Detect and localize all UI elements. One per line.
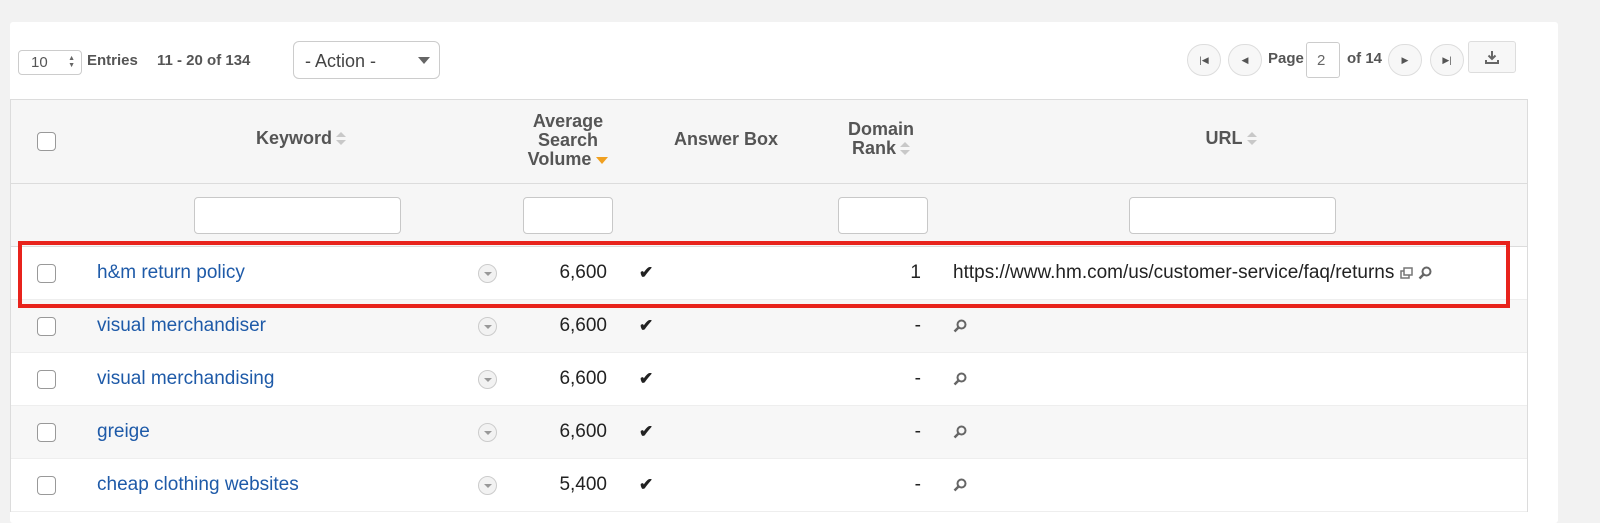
url-column-header[interactable]: URL bbox=[1161, 129, 1301, 148]
avg-header-line1: Average bbox=[532, 111, 604, 131]
ranking-url bbox=[953, 421, 967, 443]
table-toolbar: 10 ▲ ▼ Entries 11 - 20 of 134 - Action - … bbox=[10, 22, 1558, 102]
zoom-icon[interactable] bbox=[1418, 266, 1432, 280]
row-options-icon[interactable] bbox=[478, 264, 497, 283]
domain-rank: - bbox=[914, 315, 921, 336]
row-options-icon[interactable] bbox=[478, 476, 497, 495]
search-volume: 5,400 bbox=[559, 474, 607, 495]
page-number-input[interactable]: 2 bbox=[1306, 42, 1340, 78]
rank-header-line1: Domain bbox=[847, 119, 914, 139]
zoom-icon[interactable] bbox=[953, 478, 967, 492]
keyword-filter-input[interactable] bbox=[194, 197, 401, 234]
answer-box-check-icon: ✔ bbox=[639, 422, 654, 441]
row-checkbox[interactable] bbox=[37, 370, 56, 389]
ranking-url-text: https://www.hm.com/us/customer-service/f… bbox=[953, 262, 1395, 283]
row-checkbox[interactable] bbox=[37, 317, 56, 336]
row-options-icon[interactable] bbox=[478, 317, 497, 336]
sort-descending-icon bbox=[596, 156, 609, 164]
previous-page-button[interactable]: ◀ bbox=[1228, 44, 1262, 76]
chevron-down-icon bbox=[418, 57, 430, 64]
row-checkbox[interactable] bbox=[37, 423, 56, 442]
domain-rank: 1 bbox=[910, 262, 921, 283]
avg-header-line2: Search bbox=[537, 130, 599, 150]
search-volume: 6,600 bbox=[559, 421, 607, 442]
next-page-button[interactable]: ▶ bbox=[1388, 44, 1422, 76]
keyword-link[interactable]: cheap clothing websites bbox=[97, 474, 299, 496]
keyword-link[interactable]: greige bbox=[97, 421, 150, 443]
zoom-icon[interactable] bbox=[953, 319, 967, 333]
table-row: visual merchandising 6,600 ✔ - bbox=[11, 353, 1527, 406]
row-checkbox[interactable] bbox=[37, 476, 56, 495]
ranking-url bbox=[953, 474, 967, 496]
table-row: visual merchandiser 6,600 ✔ - bbox=[11, 300, 1527, 353]
domain-rank-column-header[interactable]: Domain Rank bbox=[826, 120, 936, 158]
table-row: greige 6,600 ✔ - bbox=[11, 406, 1527, 459]
page-total: of 14 bbox=[1347, 50, 1383, 67]
next-page-icon: ▶ bbox=[1401, 55, 1409, 65]
first-page-icon: |◀ bbox=[1199, 55, 1209, 65]
rank-header-line2: Rank bbox=[851, 138, 896, 158]
answer-box-header-label: Answer Box bbox=[673, 129, 779, 149]
sort-icon bbox=[900, 142, 910, 156]
answer-box-check-icon: ✔ bbox=[639, 316, 654, 335]
table-row: h&m return policy 6,600 ✔ 1 https://www.… bbox=[11, 247, 1527, 300]
volume-filter-input[interactable] bbox=[523, 197, 613, 234]
domain-rank: - bbox=[914, 368, 921, 389]
row-options-icon[interactable] bbox=[478, 423, 497, 442]
sort-icon bbox=[336, 132, 347, 146]
entries-label: Entries bbox=[87, 52, 138, 69]
keyword-link[interactable]: h&m return policy bbox=[97, 262, 245, 284]
ranking-url bbox=[953, 315, 967, 337]
row-checkbox[interactable] bbox=[37, 264, 56, 283]
url-header-label: URL bbox=[1205, 128, 1243, 148]
previous-page-icon: ◀ bbox=[1241, 55, 1249, 65]
external-link-icon[interactable] bbox=[1399, 267, 1413, 279]
action-dropdown-value: - Action - bbox=[305, 51, 377, 71]
entries-per-page-select[interactable]: 10 ▲ ▼ bbox=[18, 50, 82, 75]
avg-header-line3: Volume bbox=[527, 149, 592, 169]
zoom-icon[interactable] bbox=[953, 425, 967, 439]
rank-filter-input[interactable] bbox=[838, 197, 928, 234]
domain-rank: - bbox=[914, 421, 921, 442]
keywords-panel: 10 ▲ ▼ Entries 11 - 20 of 134 - Action - … bbox=[10, 22, 1558, 523]
action-dropdown[interactable]: - Action - bbox=[293, 41, 440, 79]
zoom-icon[interactable] bbox=[953, 372, 967, 386]
last-page-button[interactable]: ▶| bbox=[1430, 44, 1464, 76]
keyword-column-header[interactable]: Keyword bbox=[211, 129, 391, 148]
answer-box-check-icon: ✔ bbox=[639, 369, 654, 388]
download-button[interactable] bbox=[1468, 41, 1516, 73]
table-header: Keyword Average Search Volume Answer Box… bbox=[11, 100, 1527, 184]
page-number-value: 2 bbox=[1317, 52, 1326, 69]
search-volume: 6,600 bbox=[559, 262, 607, 283]
table-row: cheap clothing websites 5,400 ✔ - bbox=[11, 459, 1527, 512]
keyword-link[interactable]: visual merchandiser bbox=[97, 315, 266, 337]
answer-box-column-header: Answer Box bbox=[661, 130, 791, 149]
row-options-icon[interactable] bbox=[478, 370, 497, 389]
entries-range: 11 - 20 of 134 bbox=[157, 52, 251, 69]
keyword-header-label: Keyword bbox=[255, 128, 333, 148]
search-volume: 6,600 bbox=[559, 315, 607, 336]
first-page-button[interactable]: |◀ bbox=[1187, 44, 1221, 76]
select-all-checkbox[interactable] bbox=[37, 132, 56, 151]
answer-box-check-icon: ✔ bbox=[639, 475, 654, 494]
keywords-table: Keyword Average Search Volume Answer Box… bbox=[10, 99, 1528, 512]
entries-value: 10 bbox=[31, 54, 48, 71]
answer-box-check-icon: ✔ bbox=[639, 263, 654, 282]
domain-rank: - bbox=[914, 474, 921, 495]
filter-row bbox=[11, 184, 1527, 247]
last-page-icon: ▶| bbox=[1442, 55, 1452, 65]
download-icon bbox=[1485, 51, 1499, 64]
ranking-url: https://www.hm.com/us/customer-service/f… bbox=[953, 262, 1432, 284]
search-volume: 6,600 bbox=[559, 368, 607, 389]
spinner-arrows-icon: ▲ ▼ bbox=[68, 55, 75, 69]
sort-icon bbox=[1246, 132, 1257, 146]
page-label: Page bbox=[1268, 50, 1304, 67]
avg-search-volume-column-header[interactable]: Average Search Volume bbox=[508, 112, 628, 169]
keyword-link[interactable]: visual merchandising bbox=[97, 368, 274, 390]
url-filter-input[interactable] bbox=[1129, 197, 1336, 234]
ranking-url bbox=[953, 368, 967, 390]
